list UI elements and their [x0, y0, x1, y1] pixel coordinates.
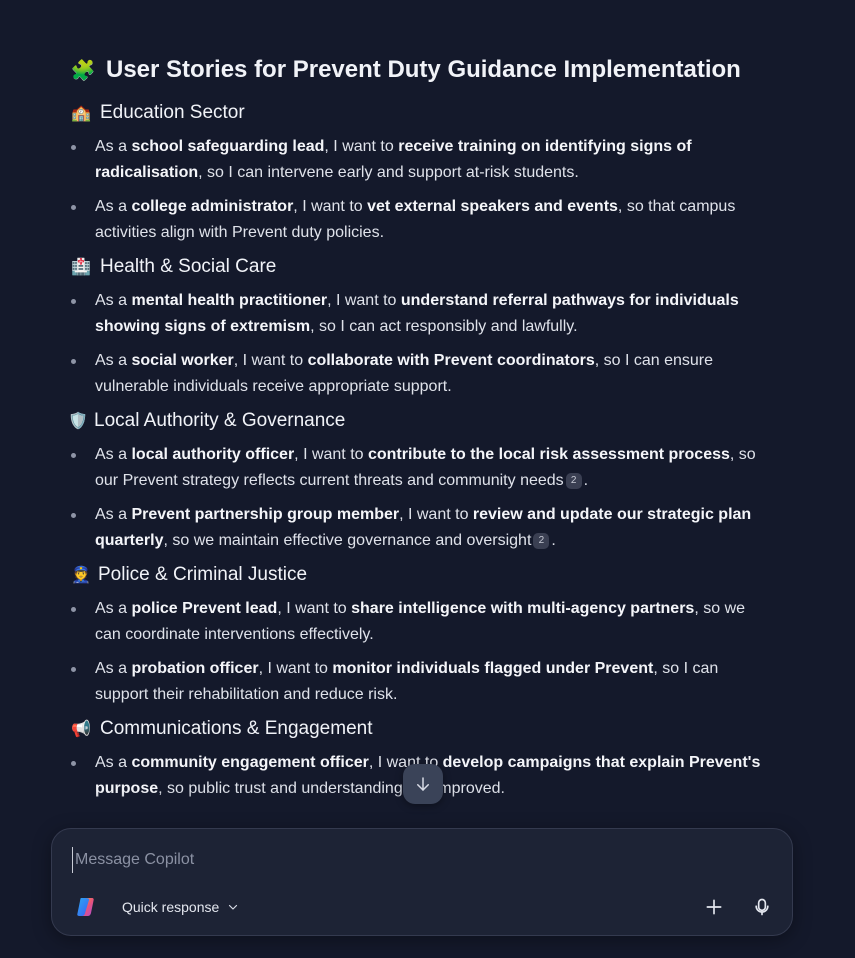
section-heading: 👮 Police & Criminal Justice — [70, 562, 770, 588]
response-content: 🧩 User Stories for Prevent Duty Guidance… — [68, 54, 770, 810]
section-local-authority: 🛡️ Local Authority & Governance As a loc… — [68, 408, 770, 554]
list-item: As a college administrator, I want to ve… — [70, 194, 770, 246]
hospital-icon: 🏥 — [71, 259, 91, 276]
response-mode-label: Quick response — [122, 899, 220, 915]
section-heading: 🏫 Education Sector — [70, 100, 770, 126]
section-heading: 📢 Communications & Engagement — [70, 716, 770, 742]
microphone-icon — [755, 898, 769, 916]
section-police: 👮 Police & Criminal Justice As a police … — [70, 562, 770, 708]
message-composer: Quick response — [51, 828, 793, 936]
police-officer-icon: 👮 — [71, 567, 91, 584]
list-item: As a social worker, I want to collaborat… — [70, 348, 770, 400]
microphone-button[interactable] — [748, 893, 776, 921]
citation-badge[interactable]: 2 — [565, 473, 582, 489]
puzzle-icon: 🧩 — [70, 59, 96, 82]
scroll-to-bottom-button[interactable] — [403, 764, 443, 804]
section-heading-text: Local Authority & Governance — [94, 410, 346, 431]
list-item: As a probation officer, I want to monito… — [70, 656, 770, 708]
section-heading-text: Health & Social Care — [100, 256, 277, 277]
page-title-text: User Stories for Prevent Duty Guidance I… — [106, 56, 741, 83]
copilot-logo-icon — [77, 898, 94, 916]
section-heading-text: Communications & Engagement — [100, 718, 373, 739]
add-attachment-button[interactable] — [700, 893, 728, 921]
section-health: 🏥 Health & Social Care As a mental healt… — [70, 254, 770, 400]
section-heading-text: Education Sector — [100, 102, 245, 123]
list-item: As a mental health practitioner, I want … — [70, 288, 770, 340]
list-item: As a local authority officer, I want to … — [70, 442, 770, 494]
plus-icon — [706, 899, 722, 915]
arrow-down-icon — [417, 777, 429, 791]
list-item: As a police Prevent lead, I want to shar… — [70, 596, 770, 648]
section-heading: 🏥 Health & Social Care — [70, 254, 770, 280]
section-heading: 🛡️ Local Authority & Governance — [68, 408, 770, 434]
chevron-down-icon — [229, 904, 238, 910]
shield-icon: 🛡️ — [68, 413, 88, 430]
list-item: As a school safeguarding lead, I want to… — [70, 134, 770, 186]
section-heading-text: Police & Criminal Justice — [98, 564, 308, 585]
school-icon: 🏫 — [71, 105, 91, 122]
page-title: 🧩 User Stories for Prevent Duty Guidance… — [70, 54, 770, 86]
megaphone-icon: 📢 — [71, 721, 91, 738]
citation-badge[interactable]: 2 — [533, 533, 550, 549]
list-item: As a Prevent partnership group member, I… — [70, 502, 770, 554]
response-mode-button[interactable]: Quick response — [112, 893, 249, 921]
message-input[interactable] — [72, 847, 677, 873]
section-education: 🏫 Education Sector As a school safeguard… — [70, 100, 770, 246]
